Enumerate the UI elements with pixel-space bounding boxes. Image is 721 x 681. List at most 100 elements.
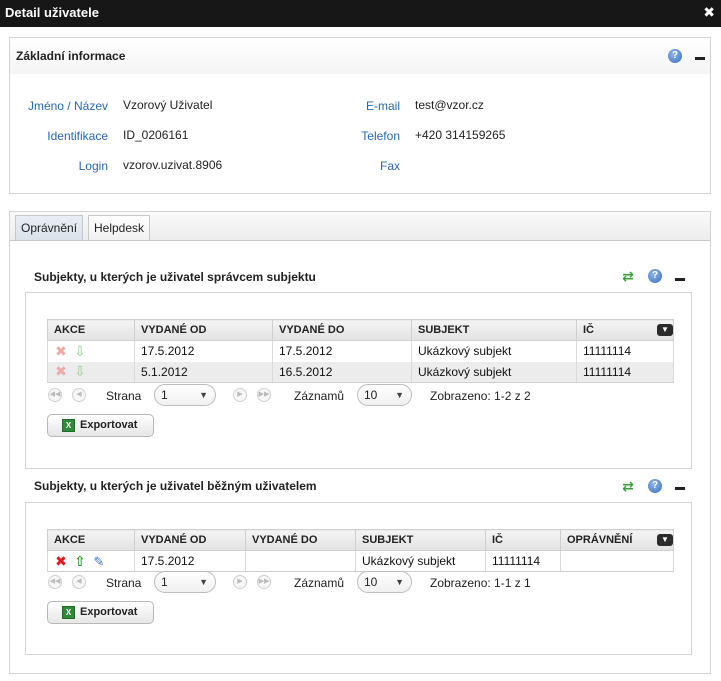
window-title: Detail uživatele bbox=[5, 5, 99, 20]
admin-subjects-title: Subjekty, u kterých je uživatel správcem… bbox=[34, 270, 316, 284]
user-subjects-box: AKCE VYDANÉ OD VYDANÉ DO SUBJEKT IČ OPRÁ… bbox=[25, 502, 692, 655]
admin-subjects-table: AKCE VYDANÉ OD VYDANÉ DO SUBJEKT IČ ✖ ⇩ 1… bbox=[47, 319, 674, 383]
page-select-value: 1 bbox=[161, 388, 168, 402]
identification-label: Identifikace bbox=[47, 129, 108, 143]
user-subjects-table: AKCE VYDANÉ OD VYDANÉ DO SUBJEKT IČ OPRÁ… bbox=[47, 529, 674, 572]
records-select[interactable]: 10 ▼ bbox=[357, 384, 412, 406]
shown-count: Zobrazeno: 1-2 z 2 bbox=[430, 389, 531, 403]
export-button[interactable]: X Exportovat bbox=[47, 414, 154, 437]
help-icon[interactable]: ? bbox=[648, 269, 662, 283]
cell-issued-to: 17.5.2012 bbox=[272, 340, 412, 362]
close-icon[interactable]: ✖ bbox=[703, 4, 715, 21]
delete-icon[interactable]: ✖ bbox=[54, 363, 68, 380]
column-menu-icon[interactable]: ▼ bbox=[657, 324, 673, 336]
cell-ic: 11111114 bbox=[576, 361, 674, 383]
name-value: Vzorový Uživatel bbox=[123, 98, 213, 112]
records-select[interactable]: 10 ▼ bbox=[357, 571, 412, 593]
tab-helpdesk[interactable]: Helpdesk bbox=[88, 215, 151, 242]
login-value: vzorov.uzivat.8906 bbox=[123, 158, 223, 172]
column-header-subject[interactable]: SUBJEKT bbox=[411, 319, 577, 341]
cell-issued-to bbox=[245, 550, 356, 572]
phone-value: +420 314159265 bbox=[415, 128, 506, 142]
export-button-label: Exportovat bbox=[80, 419, 138, 431]
column-header-actions[interactable]: AKCE bbox=[47, 529, 135, 551]
arrow-up-icon[interactable]: ⇧ bbox=[73, 553, 87, 570]
table-row[interactable]: ✖ ⇩ 17.5.2012 17.5.2012 Ukázkový subjekt … bbox=[47, 340, 674, 362]
column-header-issued-from[interactable]: VYDANÉ OD bbox=[134, 319, 273, 341]
refresh-icon[interactable]: ⇄ bbox=[621, 479, 635, 493]
records-label: Záznamů bbox=[294, 576, 345, 590]
page-select-value: 1 bbox=[161, 575, 168, 589]
export-button[interactable]: X Exportovat bbox=[47, 601, 154, 624]
user-subjects-title: Subjekty, u kterých je uživatel běžným u… bbox=[34, 479, 317, 493]
tab-bar: Oprávnění Helpdesk bbox=[9, 211, 711, 242]
cell-subject: Ukázkový subjekt bbox=[355, 550, 486, 572]
page-select[interactable]: 1 ▼ bbox=[154, 384, 216, 406]
first-page-icon[interactable]: ◀◀ bbox=[48, 575, 62, 589]
chevron-down-icon: ▼ bbox=[199, 390, 208, 400]
arrow-down-icon[interactable]: ⇩ bbox=[73, 363, 87, 380]
column-header-actions[interactable]: AKCE bbox=[47, 319, 135, 341]
export-button-label: Exportovat bbox=[80, 606, 138, 618]
collapse-icon[interactable] bbox=[695, 57, 705, 60]
records-label: Záznamů bbox=[294, 389, 345, 403]
page-select[interactable]: 1 ▼ bbox=[154, 571, 216, 593]
email-label: E-mail bbox=[365, 99, 400, 113]
identification-value: ID_0206161 bbox=[123, 128, 189, 142]
refresh-icon[interactable]: ⇄ bbox=[621, 269, 635, 283]
last-page-icon[interactable]: ▶▶ bbox=[257, 575, 271, 589]
first-page-icon[interactable]: ◀◀ bbox=[48, 388, 62, 402]
chevron-down-icon: ▼ bbox=[199, 577, 208, 587]
chevron-down-icon: ▼ bbox=[395, 390, 404, 400]
cell-issued-to: 16.5.2012 bbox=[272, 361, 412, 383]
phone-label: Telefon bbox=[361, 129, 400, 143]
table-row[interactable]: ✖ ⇩ 5.1.2012 16.5.2012 Ukázkový subjekt 1… bbox=[47, 361, 674, 383]
records-select-value: 10 bbox=[364, 388, 378, 402]
basic-info-panel: Základní informace ? Jméno / Název Vzoro… bbox=[9, 37, 711, 194]
help-icon[interactable]: ? bbox=[668, 49, 682, 63]
delete-icon[interactable]: ✖ bbox=[54, 343, 68, 360]
collapse-icon[interactable] bbox=[675, 278, 685, 281]
arrow-down-icon[interactable]: ⇩ bbox=[73, 343, 87, 360]
basic-info-header: Základní informace ? bbox=[10, 38, 710, 74]
cell-issued-from: 5.1.2012 bbox=[134, 361, 273, 383]
name-label: Jméno / Název bbox=[27, 99, 108, 113]
help-icon[interactable]: ? bbox=[648, 479, 662, 493]
chevron-down-icon: ▼ bbox=[395, 577, 404, 587]
delete-icon[interactable]: ✖ bbox=[54, 553, 68, 570]
table-row[interactable]: ✖ ⇧ ✎ 17.5.2012 Ukázkový subjekt 11111114 bbox=[47, 550, 674, 572]
prev-page-icon[interactable]: ◀ bbox=[72, 575, 86, 589]
last-page-icon[interactable]: ▶▶ bbox=[257, 388, 271, 402]
window-titlebar: Detail uživatele ✖ bbox=[0, 0, 721, 27]
column-header-ic[interactable]: IČ bbox=[485, 529, 561, 551]
excel-icon: X bbox=[62, 606, 75, 619]
records-select-value: 10 bbox=[364, 575, 378, 589]
table-header-row: AKCE VYDANÉ OD VYDANÉ DO SUBJEKT IČ OPRÁ… bbox=[47, 529, 674, 551]
login-label: Login bbox=[78, 159, 108, 173]
next-page-icon[interactable]: ▶ bbox=[233, 575, 247, 589]
column-header-issued-from[interactable]: VYDANÉ OD bbox=[134, 529, 246, 551]
tab-content: Subjekty, u kterých je uživatel správcem… bbox=[9, 240, 711, 674]
basic-info-title: Základní informace bbox=[16, 49, 126, 63]
page-label: Strana bbox=[106, 389, 142, 403]
cell-subject: Ukázkový subjekt bbox=[411, 340, 577, 362]
next-page-icon[interactable]: ▶ bbox=[233, 388, 247, 402]
edit-icon[interactable]: ✎ bbox=[92, 554, 106, 570]
fax-label: Fax bbox=[379, 159, 400, 173]
column-header-subject[interactable]: SUBJEKT bbox=[355, 529, 486, 551]
prev-page-icon[interactable]: ◀ bbox=[72, 388, 86, 402]
row-actions: ✖ ⇩ bbox=[47, 340, 135, 362]
column-header-issued-to[interactable]: VYDANÉ DO bbox=[272, 319, 412, 341]
tab-permissions[interactable]: Oprávnění bbox=[15, 215, 84, 242]
collapse-icon[interactable] bbox=[675, 487, 685, 490]
column-header-issued-to[interactable]: VYDANÉ DO bbox=[245, 529, 356, 551]
row-actions: ✖ ⇩ bbox=[47, 361, 135, 383]
cell-ic: 11111114 bbox=[576, 340, 674, 362]
cell-issued-from: 17.5.2012 bbox=[134, 340, 273, 362]
table-header-row: AKCE VYDANÉ OD VYDANÉ DO SUBJEKT IČ bbox=[47, 319, 674, 341]
admin-subjects-box: AKCE VYDANÉ OD VYDANÉ DO SUBJEKT IČ ✖ ⇩ 1… bbox=[25, 292, 692, 469]
cell-ic: 11111114 bbox=[485, 550, 561, 572]
cell-subject: Ukázkový subjekt bbox=[411, 361, 577, 383]
cell-permission bbox=[560, 550, 674, 572]
column-menu-icon[interactable]: ▼ bbox=[657, 534, 673, 546]
